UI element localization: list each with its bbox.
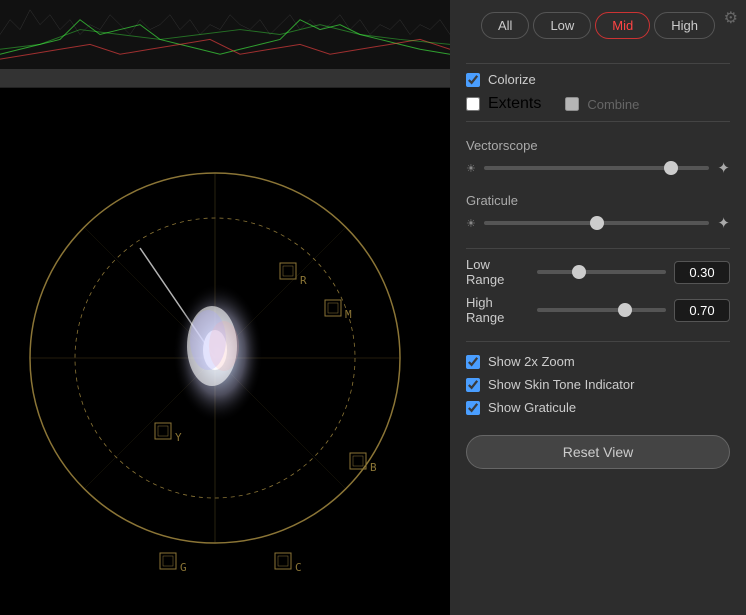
tab-all[interactable]: All <box>481 12 529 39</box>
scope-bar <box>0 70 450 88</box>
graticule-label: Graticule <box>466 193 730 208</box>
brightness-high-icon: ✦ <box>717 159 730 177</box>
gear-icon: ⚙ <box>724 10 738 27</box>
show-2x-zoom-checkbox[interactable] <box>466 355 480 369</box>
right-panel: ⚙ All Low Mid High Colorize Extents Comb… <box>450 0 746 615</box>
vectorscope-area: R M Y B G C <box>0 88 450 615</box>
vectorscope-slider[interactable] <box>484 166 710 170</box>
show-skin-tone-checkbox[interactable] <box>466 378 480 392</box>
tab-row: All Low Mid High <box>466 12 730 39</box>
vectorscope-display: R M Y B G C <box>0 0 450 615</box>
low-range-label: Low Range <box>466 257 529 287</box>
show-skin-tone-label: Show Skin Tone Indicator <box>488 377 634 392</box>
extents-row: Extents Combine <box>466 95 730 113</box>
svg-text:Y: Y <box>175 431 182 444</box>
options-section: Show 2x Zoom Show Skin Tone Indicator Sh… <box>466 354 730 423</box>
divider-1 <box>466 63 730 64</box>
tab-high[interactable]: High <box>654 12 715 39</box>
reset-view-button[interactable]: Reset View <box>466 435 730 469</box>
high-range-input[interactable] <box>674 299 730 322</box>
show-skin-tone-row: Show Skin Tone Indicator <box>466 377 730 392</box>
high-range-slider[interactable] <box>537 308 666 312</box>
high-range-label: High Range <box>466 295 529 325</box>
show-graticule-label: Show Graticule <box>488 400 576 415</box>
svg-text:C: C <box>295 561 302 574</box>
svg-text:G: G <box>180 561 187 574</box>
graticule-slider-row: ☀ ✦ <box>466 214 730 232</box>
tab-mid[interactable]: Mid <box>595 12 650 39</box>
top-waveform <box>0 0 450 70</box>
high-range-row: High Range <box>466 295 730 325</box>
combine-label: Combine <box>587 97 639 112</box>
low-range-input[interactable] <box>674 261 730 284</box>
brightness-low-icon: ☀ <box>466 162 476 175</box>
colorize-label: Colorize <box>488 72 536 87</box>
low-range-row: Low Range <box>466 257 730 287</box>
colorize-checkbox[interactable] <box>466 73 480 87</box>
low-range-slider[interactable] <box>537 270 666 274</box>
colorize-row: Colorize <box>466 72 730 87</box>
show-graticule-checkbox[interactable] <box>466 401 480 415</box>
vectorscope-label: Vectorscope <box>466 138 730 153</box>
svg-text:M: M <box>345 308 352 321</box>
combine-checkbox[interactable] <box>565 97 579 111</box>
extents-label: Extents <box>488 95 541 113</box>
graticule-brightness-high-icon: ✦ <box>717 214 730 232</box>
show-2x-zoom-row: Show 2x Zoom <box>466 354 730 369</box>
graticule-slider[interactable] <box>484 221 710 225</box>
show-graticule-row: Show Graticule <box>466 400 730 415</box>
gear-button[interactable]: ⚙ <box>724 8 738 28</box>
svg-text:R: R <box>300 274 307 287</box>
extents-checkbox[interactable] <box>466 97 480 111</box>
divider-4 <box>466 341 730 342</box>
tab-low[interactable]: Low <box>533 12 591 39</box>
divider-2 <box>466 121 730 122</box>
graticule-brightness-low-icon: ☀ <box>466 217 476 230</box>
vectorscope-slider-row: ☀ ✦ <box>466 159 730 177</box>
divider-3 <box>466 248 730 249</box>
svg-text:B: B <box>370 461 377 474</box>
show-2x-zoom-label: Show 2x Zoom <box>488 354 575 369</box>
